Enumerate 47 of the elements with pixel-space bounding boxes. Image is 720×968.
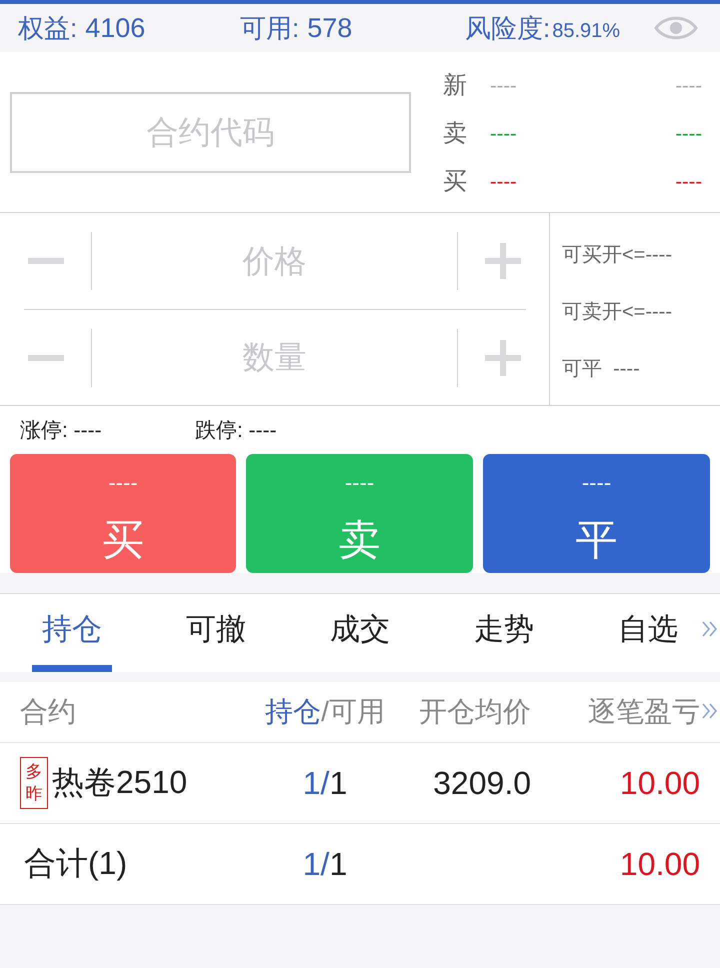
minus-icon	[28, 354, 64, 360]
eye-icon[interactable]	[654, 14, 698, 42]
contract-badge: 多昨	[20, 756, 48, 810]
price-cell: 3209.0	[433, 764, 531, 802]
column-header: 逐笔盈亏	[588, 695, 700, 729]
tab[interactable]: 可撤	[176, 594, 256, 672]
pnl-cell: 10.00	[620, 764, 700, 802]
tab[interactable]: 持仓	[32, 594, 112, 672]
availability-text: 可卖开<=----	[562, 300, 672, 325]
quote-value: ----	[490, 74, 517, 98]
quote-value: ----	[675, 74, 702, 98]
double-chevron-icon[interactable]	[702, 620, 718, 638]
position-cell: 1/1	[302, 764, 348, 802]
contract-name: 热卷2510	[52, 763, 188, 802]
account-label: 权益:	[18, 12, 78, 44]
double-chevron-icon[interactable]	[702, 702, 718, 720]
tab[interactable]: 自选	[608, 594, 688, 672]
position-cell: 1/1	[302, 846, 348, 882]
quote-value: ----	[675, 122, 702, 146]
quote-value: ----	[490, 170, 517, 194]
account-value: 4106	[85, 13, 146, 44]
account-value: 85.91%	[552, 20, 620, 43]
price-limit-text: 涨停: ----	[20, 419, 102, 442]
availability-text: 可平 ----	[562, 357, 640, 382]
column-header: 合约	[20, 695, 76, 729]
account-label: 风险度:	[465, 12, 550, 44]
plus-icon	[485, 243, 521, 279]
plus-button[interactable]	[485, 340, 521, 376]
tab[interactable]: 走势	[464, 594, 544, 672]
quote-label: 新	[443, 71, 468, 101]
minus-icon	[28, 258, 64, 264]
column-header: 开仓均价	[419, 695, 531, 729]
account-label: 可用:	[240, 12, 300, 44]
quote-value: ----	[490, 122, 517, 146]
account-value: 578	[307, 13, 352, 44]
quote-label: 买	[443, 167, 468, 197]
column-header: 持仓/可用	[265, 695, 385, 729]
price-limit-text: 跌停: ----	[195, 419, 277, 442]
plus-button[interactable]	[485, 243, 521, 279]
close-button[interactable]: ---- 平	[483, 454, 710, 573]
tab[interactable]: 成交	[320, 594, 400, 672]
quote-label: 卖	[443, 119, 468, 149]
pnl-cell: 10.00	[620, 846, 700, 882]
plus-icon	[485, 340, 521, 376]
quote-value: ----	[675, 170, 702, 194]
contract-name: 合计(1)	[24, 844, 128, 883]
availability-text: 可买开<=----	[562, 243, 672, 268]
